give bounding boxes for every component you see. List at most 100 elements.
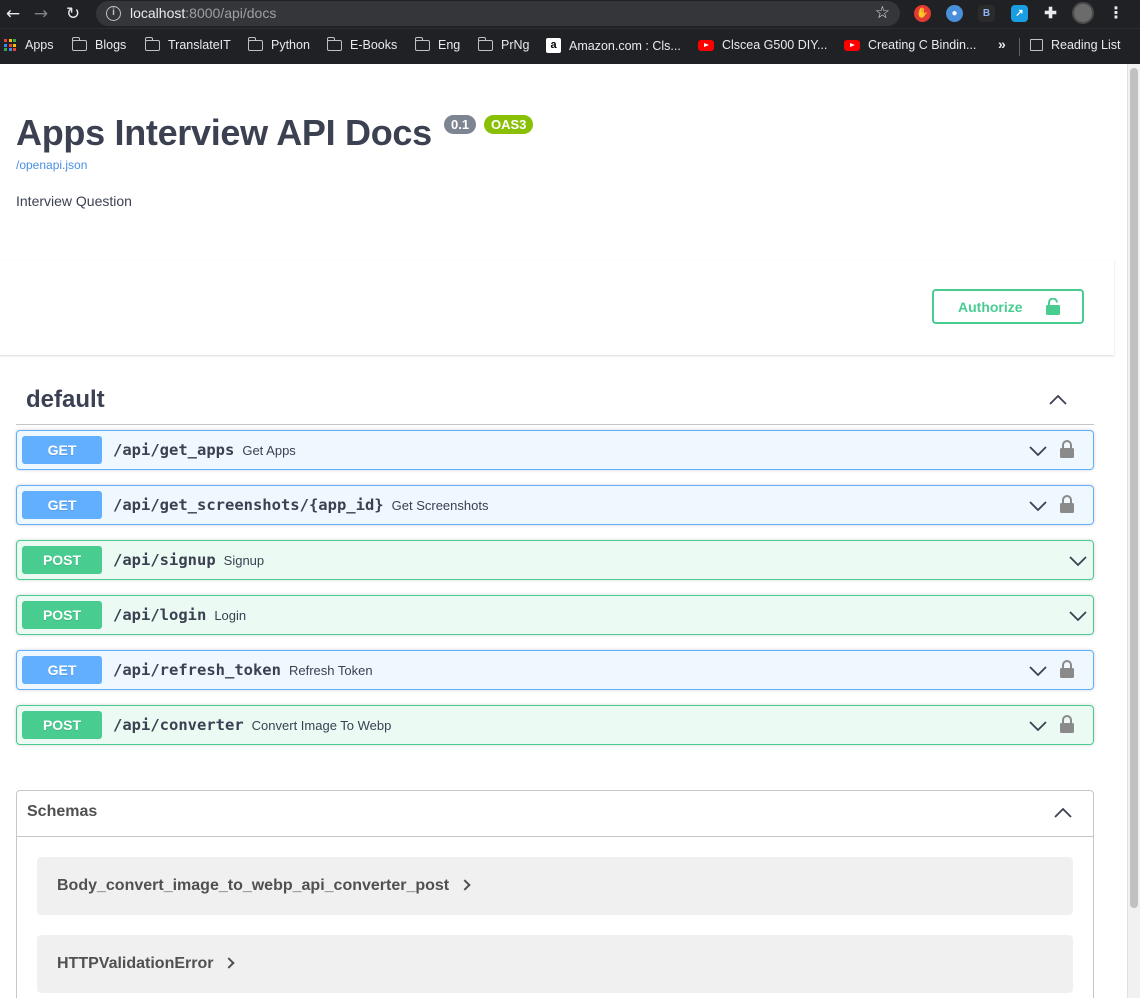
api-title: Apps Interview API Docs bbox=[16, 112, 432, 153]
path-text: /api/converter bbox=[113, 716, 244, 734]
chevron-down-icon[interactable] bbox=[1068, 551, 1088, 571]
bookmark-python[interactable]: Python bbox=[247, 36, 310, 52]
bookmark-clscea[interactable]: Clscea G500 DIY... bbox=[698, 38, 827, 52]
folder-icon bbox=[71, 36, 87, 51]
page-scrollbar[interactable] bbox=[1127, 64, 1140, 998]
schemas-header[interactable]: Schemas bbox=[17, 791, 1093, 837]
chevron-down-icon[interactable] bbox=[1068, 606, 1088, 626]
openapi-json-link[interactable]: /openapi.json bbox=[16, 158, 87, 172]
chevron-down-icon[interactable] bbox=[1028, 496, 1048, 516]
folder-icon bbox=[326, 36, 342, 51]
bookmark-label: PrNg bbox=[501, 38, 530, 52]
operation-get-block[interactable]: GET/api/refresh_token Refresh Token bbox=[16, 650, 1094, 690]
schema-item[interactable]: Body_convert_image_to_webp_api_converter… bbox=[37, 857, 1073, 915]
chevron-right-icon bbox=[223, 957, 236, 969]
scheme-container: Authorize bbox=[0, 260, 1114, 355]
authorize-button[interactable]: Authorize bbox=[932, 289, 1084, 324]
chevron-up-icon[interactable] bbox=[1053, 803, 1073, 823]
bookmark-label: Creating C Bindin... bbox=[868, 38, 977, 52]
bookmark-blogs[interactable]: Blogs bbox=[71, 36, 126, 52]
extension-icon[interactable]: ● bbox=[946, 5, 963, 22]
schemas-title: Schemas bbox=[27, 803, 98, 820]
path-text: /api/get_apps bbox=[113, 441, 235, 459]
authorize-label: Authorize bbox=[958, 299, 1023, 315]
url-path: :8000/api/docs bbox=[185, 5, 277, 21]
bookmark-apps[interactable]: Apps bbox=[4, 38, 54, 52]
method-badge: GET bbox=[22, 436, 102, 464]
tag-section-default[interactable]: default bbox=[16, 380, 1094, 425]
back-icon[interactable]: ← bbox=[2, 3, 24, 25]
operation-post-block[interactable]: POST/api/signup Signup bbox=[16, 540, 1094, 580]
chevron-down-icon[interactable] bbox=[1028, 716, 1048, 736]
schema-name: Body_convert_image_to_webp_api_converter… bbox=[57, 877, 471, 895]
reload-icon[interactable]: ↻ bbox=[62, 3, 84, 25]
api-description: Interview Question bbox=[16, 193, 132, 209]
swagger-page: Apps Interview API Docs 0.1 OAS3 /openap… bbox=[0, 64, 1127, 998]
tag-name: default bbox=[26, 386, 105, 413]
amazon-icon: a bbox=[546, 38, 561, 53]
lock-icon[interactable] bbox=[1060, 440, 1074, 458]
chevron-right-icon bbox=[459, 879, 471, 891]
operation-path: /api/refresh_token Refresh Token bbox=[113, 661, 373, 679]
chevron-down-icon[interactable] bbox=[1028, 661, 1048, 681]
version-badge: 0.1 bbox=[444, 115, 477, 134]
path-text: /api/login bbox=[113, 606, 207, 624]
operation-path: /api/get_apps Get Apps bbox=[113, 441, 296, 459]
scrollbar-thumb[interactable] bbox=[1130, 68, 1138, 908]
operation-summary: Get Apps bbox=[242, 443, 296, 458]
extensions-puzzle-icon[interactable]: ✚ bbox=[1042, 5, 1059, 22]
bookmark-label: Eng bbox=[438, 38, 461, 52]
method-badge: POST bbox=[22, 546, 102, 574]
operation-get-block[interactable]: GET/api/get_apps Get Apps bbox=[16, 430, 1094, 470]
browser-toolbar: ← → ↻ i localhost:8000/api/docs ☆ ✋ ● B … bbox=[0, 0, 1140, 28]
chevron-up-icon[interactable] bbox=[1048, 390, 1068, 410]
reading-list-icon bbox=[1030, 39, 1043, 51]
bookmark-creating-c[interactable]: Creating C Bindin... bbox=[844, 38, 976, 52]
bookmark-amazon[interactable]: a Amazon.com : Cls... bbox=[546, 38, 681, 53]
forward-icon[interactable]: → bbox=[30, 3, 52, 25]
more-bookmarks-button[interactable]: » bbox=[998, 36, 1006, 52]
adblock-extension-icon[interactable]: ✋ bbox=[914, 5, 931, 22]
lock-icon[interactable] bbox=[1060, 660, 1074, 678]
folder-icon bbox=[414, 36, 430, 51]
folder-icon bbox=[477, 36, 493, 51]
bookmark-separator bbox=[1019, 38, 1020, 56]
reading-list-button[interactable]: Reading List bbox=[1030, 38, 1121, 52]
operation-post-block[interactable]: POST/api/converter Convert Image To Webp bbox=[16, 705, 1094, 745]
operation-summary: Login bbox=[214, 608, 247, 623]
bookmark-prng[interactable]: PrNg bbox=[477, 36, 530, 52]
profile-avatar[interactable] bbox=[1072, 2, 1094, 24]
operation-path: /api/login Login bbox=[113, 606, 246, 624]
operation-summary: Get Screenshots bbox=[391, 498, 489, 513]
browser-menu-icon[interactable]: ⋮ bbox=[1108, 3, 1124, 22]
operation-get-block[interactable]: GET/api/get_screenshots/{app_id} Get Scre… bbox=[16, 485, 1094, 525]
bookmarks-bar: Apps Blogs TranslateIT Python E-Books En… bbox=[0, 28, 1140, 64]
bookmark-label: E-Books bbox=[350, 38, 398, 52]
translate-extension-icon[interactable]: ↗ bbox=[1011, 5, 1028, 22]
youtube-icon bbox=[844, 39, 860, 51]
bookmark-ebooks[interactable]: E-Books bbox=[326, 36, 398, 52]
reading-list-label: Reading List bbox=[1051, 38, 1121, 52]
operation-path: /api/signup Signup bbox=[113, 551, 264, 569]
bookmark-label: Apps bbox=[25, 38, 54, 52]
lock-icon[interactable] bbox=[1060, 715, 1074, 733]
bookmark-eng[interactable]: Eng bbox=[414, 36, 461, 52]
url-text[interactable]: localhost:8000/api/docs bbox=[130, 5, 276, 21]
site-info-icon[interactable]: i bbox=[106, 6, 121, 21]
bitwarden-extension-icon[interactable]: B bbox=[978, 5, 995, 22]
lock-icon[interactable] bbox=[1060, 495, 1074, 513]
folder-icon bbox=[144, 36, 160, 51]
bookmark-label: Python bbox=[271, 38, 310, 52]
path-text: /api/refresh_token bbox=[113, 661, 281, 679]
oas-badge: OAS3 bbox=[484, 115, 534, 134]
address-bar[interactable]: i localhost:8000/api/docs ☆ bbox=[96, 1, 900, 26]
schema-item[interactable]: HTTPValidationError bbox=[37, 935, 1073, 993]
bookmark-translateit[interactable]: TranslateIT bbox=[144, 36, 231, 52]
path-text: /api/signup bbox=[113, 551, 216, 569]
bookmark-star-icon[interactable]: ☆ bbox=[875, 3, 890, 23]
operation-post-block[interactable]: POST/api/login Login bbox=[16, 595, 1094, 635]
schema-label: Body_convert_image_to_webp_api_converter… bbox=[57, 877, 450, 894]
chevron-down-icon[interactable] bbox=[1028, 441, 1048, 461]
url-host: localhost bbox=[130, 5, 186, 21]
operation-path: /api/get_screenshots/{app_id} Get Screens… bbox=[113, 496, 488, 514]
